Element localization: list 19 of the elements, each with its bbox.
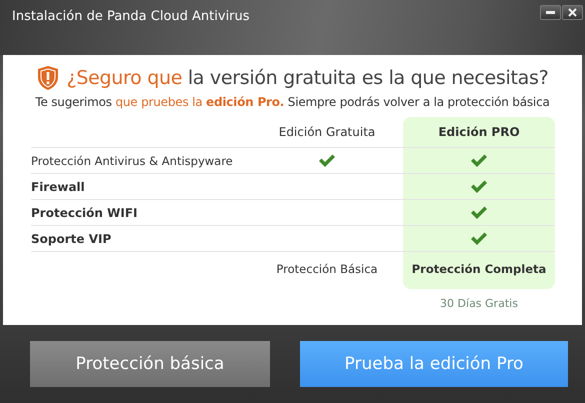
shield-icon [36,65,59,91]
column-header: Edición Gratuita [251,117,403,148]
feature-label: Protección WIFI [31,200,251,226]
feature-label: Soporte VIP [31,226,251,252]
column-header: Edición PRO [403,117,555,148]
close-icon [568,8,577,17]
window-title: Instalación de Panda Cloud Antivirus [12,9,250,24]
minimize-button[interactable] [540,5,561,20]
plan-name: Protección Básica [275,261,379,278]
trial-note: 30 Días Gratis [439,296,519,310]
subtitle: Te sugerimos que pruebes la edición Pro. Siempre podrás volver a la protección básica [34,95,551,109]
try-pro-button[interactable]: Prueba la edición Pro [300,341,568,387]
basic-button[interactable]: Protección básica [30,341,270,387]
minimize-icon [546,11,555,14]
close-button[interactable] [562,5,583,20]
plan-name: Protección Completa [410,261,548,278]
heading: ¿Seguro que la versión gratuita es la que necesitas? [66,67,548,89]
feature-label: Firewall [31,174,251,200]
feature-label: Protección Antivirus & Antispyware [31,148,251,174]
